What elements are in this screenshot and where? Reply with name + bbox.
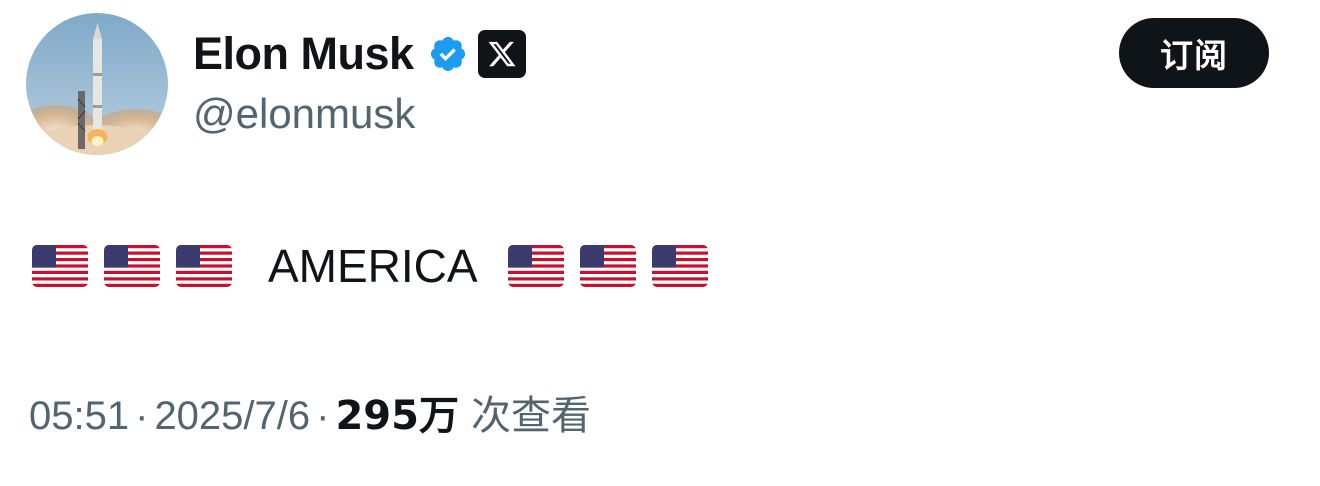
subscribe-button[interactable]: 订阅	[1119, 18, 1269, 88]
meta-separator: ·	[135, 394, 149, 438]
us-flag-icon	[32, 245, 88, 287]
views-label: 次查看	[470, 393, 591, 439]
tweet-meta: 05:51 · 2025/7/6 · 295万 次查看	[29, 388, 591, 444]
author-handle[interactable]: @elonmusk	[193, 88, 415, 140]
x-logo-icon[interactable]	[477, 30, 526, 78]
us-flag-icon	[579, 245, 636, 287]
author-display-name[interactable]: Elon Musk	[193, 26, 414, 82]
tweet-text-content: AMERICA	[268, 240, 478, 292]
meta-separator: ·	[316, 394, 330, 438]
tweet-time[interactable]: 05:51	[29, 388, 129, 444]
verified-badge-icon[interactable]	[428, 34, 468, 74]
tweet-date[interactable]: 2025/7/6	[154, 388, 310, 444]
tweet-text: AMERICA	[32, 236, 724, 296]
us-flag-icon	[507, 245, 564, 287]
us-flag-icon	[104, 245, 160, 287]
rocket-launch-avatar-icon	[26, 13, 168, 155]
author-name-row: Elon Musk	[193, 26, 526, 82]
views-count[interactable]: 295万	[335, 388, 459, 444]
avatar[interactable]	[26, 13, 168, 155]
us-flag-icon	[651, 245, 708, 287]
us-flag-icon	[176, 245, 232, 287]
